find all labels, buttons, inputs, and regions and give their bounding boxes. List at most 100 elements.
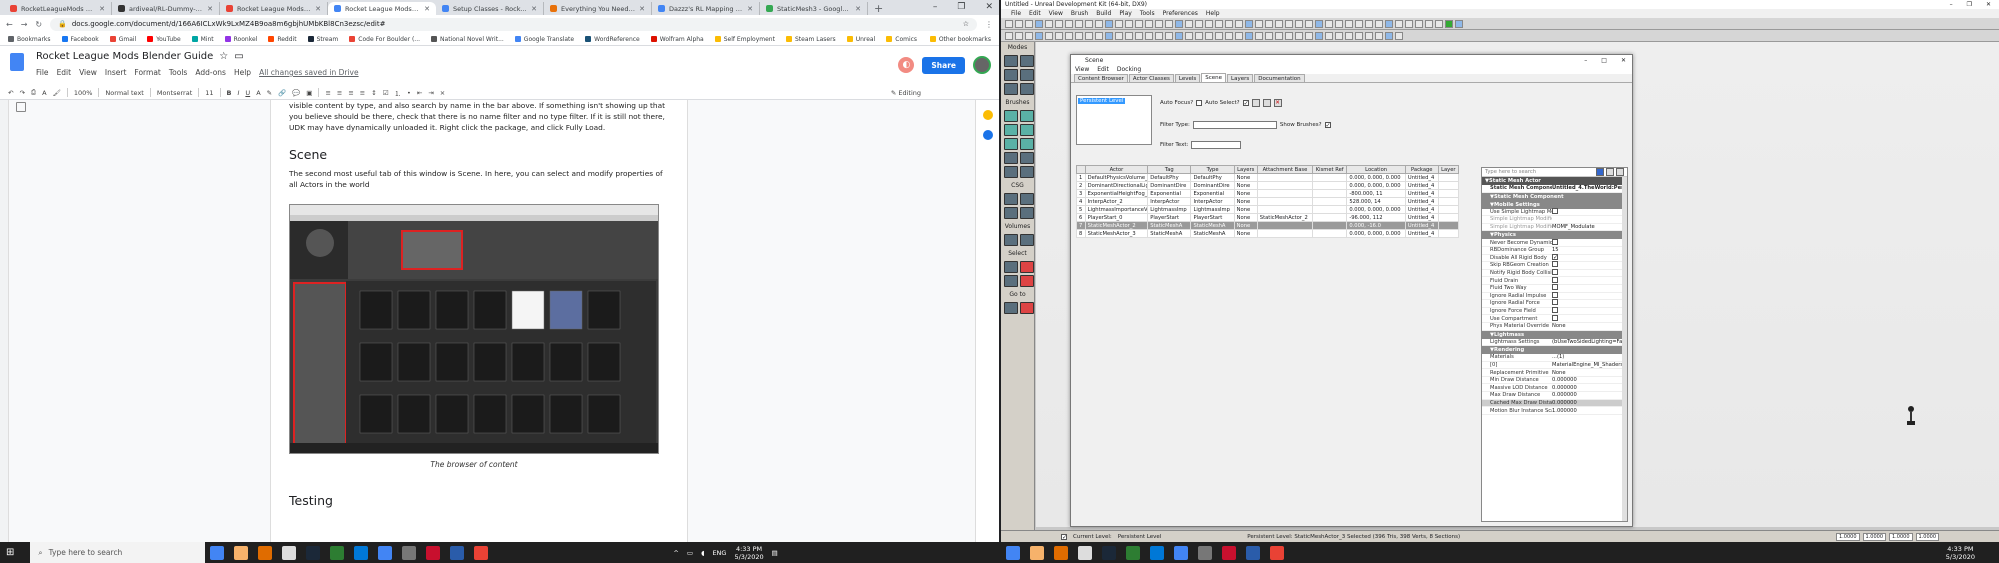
properties-search[interactable]: Type here to search (1482, 168, 1627, 177)
taskbar-app-icon[interactable] (282, 545, 297, 560)
clear-format-icon[interactable]: ⨯ (440, 89, 445, 97)
property-value[interactable]: 0.000000 (1552, 385, 1627, 391)
property-value[interactable]: (bUseTwoSidedLighting=False,bShadowIndir… (1552, 339, 1627, 345)
align-center-icon[interactable]: ≡ (337, 89, 342, 97)
docs-menu-item[interactable]: Insert (105, 68, 127, 77)
toolbar-button[interactable] (1415, 19, 1423, 28)
property-value[interactable]: MOMF_Modulate (1552, 224, 1627, 230)
property-checkbox[interactable] (1552, 307, 1558, 314)
property-row[interactable]: Max Draw Distance 0.000000 (1482, 392, 1627, 400)
taskbar-app-icon[interactable] (1006, 545, 1020, 560)
mode-tool-icon[interactable] (1020, 124, 1034, 136)
italic-icon[interactable]: I (238, 89, 240, 97)
taskbar-app-icon[interactable] (378, 545, 393, 560)
actor-row[interactable]: 7 StaticMeshActor_2 StaticMeshA StaticMeshA… (1076, 221, 1460, 230)
scene-tab[interactable]: Levels (1174, 74, 1201, 82)
scene-tab[interactable]: Scene (1201, 73, 1227, 82)
close-tab-icon[interactable]: ✕ (531, 5, 537, 13)
bookmark-item[interactable]: Reddit (268, 36, 297, 43)
toolbar-button[interactable] (1175, 31, 1183, 40)
mode-tool-icon[interactable] (1020, 83, 1034, 95)
browser-tab[interactable]: Dazzz's RL Mapping Techn ✕ (652, 2, 760, 15)
extensions-icon[interactable]: ⋮ (985, 20, 993, 29)
close-tab-icon[interactable]: ✕ (424, 5, 430, 13)
mode-tool-icon[interactable] (1004, 261, 1018, 273)
spellcheck-icon[interactable]: A (42, 89, 46, 97)
bookmark-item[interactable]: National Novel Writ... (431, 36, 504, 43)
property-row[interactable]: Massive LOD Distance 0.000000 (1482, 384, 1627, 393)
save-status-link[interactable]: All changes saved in Drive (259, 68, 359, 77)
font-size-select[interactable]: 11 (205, 89, 213, 97)
highlight-icon[interactable]: ✎ (267, 89, 272, 97)
image-icon[interactable]: ▣ (306, 89, 312, 97)
property-value[interactable] (1552, 238, 1627, 247)
docs-menu-item[interactable]: View (79, 68, 97, 77)
maximize-icon[interactable]: ❐ (957, 2, 965, 12)
bold-icon[interactable]: B (227, 89, 232, 97)
toolbar-button[interactable] (1265, 31, 1273, 40)
tray-up-icon[interactable]: ^ (673, 549, 678, 557)
toolbar-button[interactable] (1015, 31, 1023, 40)
close-tab-icon[interactable]: ✕ (747, 5, 753, 13)
outline-icon[interactable] (16, 102, 26, 112)
udk-menu-item[interactable]: Edit (1029, 10, 1041, 17)
mode-tool-icon[interactable] (1020, 193, 1034, 205)
auto-select-checkbox[interactable] (1242, 100, 1249, 106)
bookmark-item[interactable]: Code For Boulder (... (349, 36, 420, 43)
actor-table-header[interactable]: Attachment Base (1256, 165, 1314, 174)
line-spacing-icon[interactable]: ↕ (371, 89, 376, 97)
toolbar-button[interactable] (1185, 19, 1193, 28)
property-row[interactable]: Never Become Dynamic (1482, 238, 1627, 247)
property-value[interactable]: 0.000000 (1552, 377, 1627, 383)
taskbar-app-icon[interactable] (234, 545, 249, 560)
actor-table-header[interactable]: Actor (1084, 165, 1149, 174)
toolbar-button[interactable] (1255, 31, 1263, 40)
toolbar-button[interactable] (1245, 19, 1253, 28)
toolbar-button[interactable] (1125, 31, 1133, 40)
toolbar-button[interactable] (1195, 31, 1203, 40)
static-mesh-component-category[interactable]: ▼ Static Mesh Component (1482, 192, 1627, 201)
scene-tab[interactable]: Documentation (1254, 74, 1305, 82)
scene-tab[interactable]: Actor Classes (1128, 74, 1174, 82)
scene-tool-button[interactable] (1251, 99, 1260, 107)
taskbar-app-icon[interactable] (1102, 545, 1116, 560)
static-mesh-actor-category[interactable]: ▼ Static Mesh Actor (1482, 177, 1627, 185)
bookmark-item[interactable]: Unreal (846, 36, 875, 43)
udk-menu-item[interactable]: Help (1206, 10, 1220, 17)
grid-size-field[interactable]: 1.0000 (1862, 532, 1886, 541)
actor-row[interactable]: 6 PlayerStart_0 PlayerStart PlayerStart None… (1076, 213, 1460, 222)
scene-menu-item[interactable]: Docking (1117, 66, 1141, 73)
toolbar-button[interactable] (1325, 19, 1333, 28)
toolbar-button[interactable] (1235, 19, 1243, 28)
toolbar-button[interactable] (1355, 19, 1363, 28)
taskbar-app-icon[interactable] (354, 545, 369, 560)
property-row[interactable]: Materials ...(1) (1482, 354, 1627, 362)
toolbar-button[interactable] (1385, 19, 1393, 28)
toolbar-button[interactable] (1085, 19, 1093, 28)
toolbar-button[interactable] (1275, 19, 1283, 28)
toolbar-button[interactable] (1095, 19, 1103, 28)
docs-menu-item[interactable]: File (36, 68, 49, 77)
toolbar-button[interactable] (1275, 31, 1283, 40)
toolbar-button[interactable] (1225, 19, 1233, 28)
toolbar-button[interactable] (1235, 31, 1243, 40)
lightmass-category[interactable]: ▼ Lightmass (1482, 330, 1627, 339)
browser-tab[interactable]: ardiveal/RL-Dummy-Classe ✕ (112, 2, 220, 15)
windows-start-icon[interactable]: ⊞ (6, 547, 14, 558)
property-checkbox[interactable] (1552, 254, 1558, 261)
editing-mode-select[interactable]: ✎ Editing (891, 89, 921, 97)
lock-icon[interactable] (1606, 168, 1614, 176)
toolbar-button[interactable] (1335, 31, 1343, 40)
toolbar-button[interactable] (1345, 19, 1353, 28)
scene-tab[interactable]: Layers (1227, 74, 1254, 82)
udk-menu-item[interactable]: Preferences (1163, 10, 1198, 17)
mode-tool-icon[interactable] (1020, 261, 1034, 273)
grid-size-field[interactable]: 1.0000 (1889, 532, 1913, 541)
close-tab-icon[interactable]: ✕ (315, 5, 321, 13)
udk-menu-item[interactable]: Play (1119, 10, 1132, 17)
scene-menu-item[interactable]: Edit (1097, 66, 1109, 73)
mode-tool-icon[interactable] (1020, 234, 1034, 246)
toolbar-button[interactable] (1245, 31, 1253, 40)
toolbar-button[interactable] (1115, 31, 1123, 40)
toolbar-button[interactable] (1055, 31, 1063, 40)
